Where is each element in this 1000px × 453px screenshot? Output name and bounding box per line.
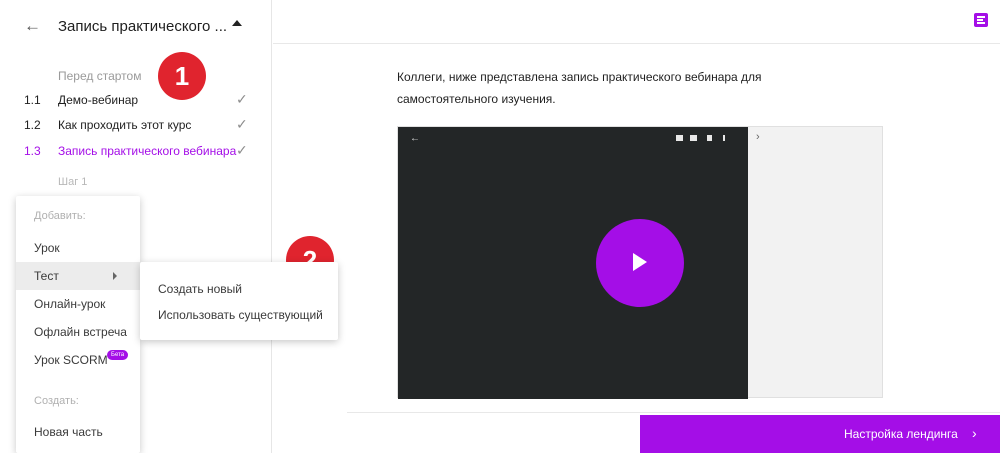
lesson-number: 1.2 bbox=[24, 118, 41, 132]
lesson-label: Демо-вебинар bbox=[58, 93, 139, 107]
menu-item-scorm[interactable]: Урок SCORM Бета bbox=[16, 346, 140, 374]
menu-item-label: Новая часть bbox=[34, 425, 103, 439]
course-title[interactable]: Запись практического ... bbox=[58, 17, 227, 37]
arrow-left-icon[interactable]: ← bbox=[24, 16, 41, 36]
menu-item-label: Урок SCORM bbox=[34, 353, 108, 367]
menu-item-offline-meeting[interactable]: Офлайн встреча bbox=[16, 318, 140, 346]
step-label: Шаг 1 bbox=[58, 176, 88, 188]
more-icon[interactable] bbox=[723, 135, 725, 141]
check-icon: ✓ bbox=[236, 91, 248, 107]
beta-badge: Бета bbox=[107, 350, 129, 360]
menu-item-lesson[interactable]: Урок bbox=[16, 234, 140, 262]
chat-icon[interactable] bbox=[676, 135, 683, 141]
menu-item-label: Тест bbox=[34, 269, 59, 283]
lesson-item[interactable]: 1.2 Как проходить этот курс ✓ bbox=[0, 115, 272, 137]
lesson-item[interactable]: 1.1 Демо-вебинар ✓ bbox=[0, 90, 272, 112]
menu-item-label: Онлайн-урок bbox=[34, 297, 106, 311]
top-bar bbox=[273, 0, 1000, 44]
lesson-number: 1.1 bbox=[24, 93, 41, 107]
menu-item-new-part[interactable]: Новая часть bbox=[16, 418, 140, 446]
sidebar-header: ← Запись практического ... bbox=[0, 0, 272, 58]
chevron-right-icon: › bbox=[972, 425, 977, 441]
lesson-number: 1.3 bbox=[24, 144, 41, 158]
menu-item-online-lesson[interactable]: Онлайн-урок bbox=[16, 290, 140, 318]
divider bbox=[347, 412, 1000, 413]
notes-icon[interactable] bbox=[974, 13, 988, 27]
user-icon[interactable] bbox=[707, 135, 712, 141]
landing-button-label: Настройка лендинга bbox=[844, 427, 958, 441]
video-embed: ← › bbox=[397, 126, 883, 399]
section-label: Перед стартом bbox=[58, 69, 142, 83]
submenu-arrow-icon bbox=[113, 272, 117, 280]
add-group-label: Добавить: bbox=[34, 210, 86, 222]
play-button[interactable] bbox=[596, 219, 684, 307]
step-badge-1: 1 bbox=[158, 52, 206, 100]
chevron-right-icon[interactable]: › bbox=[756, 131, 760, 143]
menu-item-label: Урок bbox=[34, 241, 60, 255]
lesson-label: Как проходить этот курс bbox=[58, 118, 192, 132]
create-group-label: Создать: bbox=[34, 395, 79, 407]
check-icon: ✓ bbox=[236, 116, 248, 132]
comment-icon[interactable] bbox=[690, 135, 697, 141]
caret-up-icon[interactable] bbox=[232, 20, 242, 26]
page: ← Запись практического ... Перед стартом… bbox=[0, 0, 1000, 453]
main-content: Коллеги, ниже представлена запись практи… bbox=[273, 0, 1000, 453]
lesson-label: Запись практического вебинара bbox=[58, 144, 237, 158]
submenu-item-label: Создать новый bbox=[158, 282, 242, 296]
check-icon: ✓ bbox=[236, 142, 248, 158]
menu-item-test[interactable]: Тест bbox=[16, 262, 140, 290]
add-menu: Добавить: Урок Тест Онлайн-урок Офлайн в… bbox=[16, 196, 140, 453]
landing-settings-button[interactable]: Настройка лендинга › bbox=[640, 415, 1000, 453]
menu-item-label: Офлайн встреча bbox=[34, 325, 127, 339]
play-icon bbox=[633, 253, 647, 271]
video-player[interactable]: ← bbox=[398, 127, 748, 399]
video-back-icon[interactable]: ← bbox=[410, 133, 420, 144]
lesson-item-active[interactable]: 1.3 Запись практического вебинара ✓ bbox=[0, 141, 272, 163]
lesson-intro-text: Коллеги, ниже представлена запись практи… bbox=[397, 70, 762, 106]
